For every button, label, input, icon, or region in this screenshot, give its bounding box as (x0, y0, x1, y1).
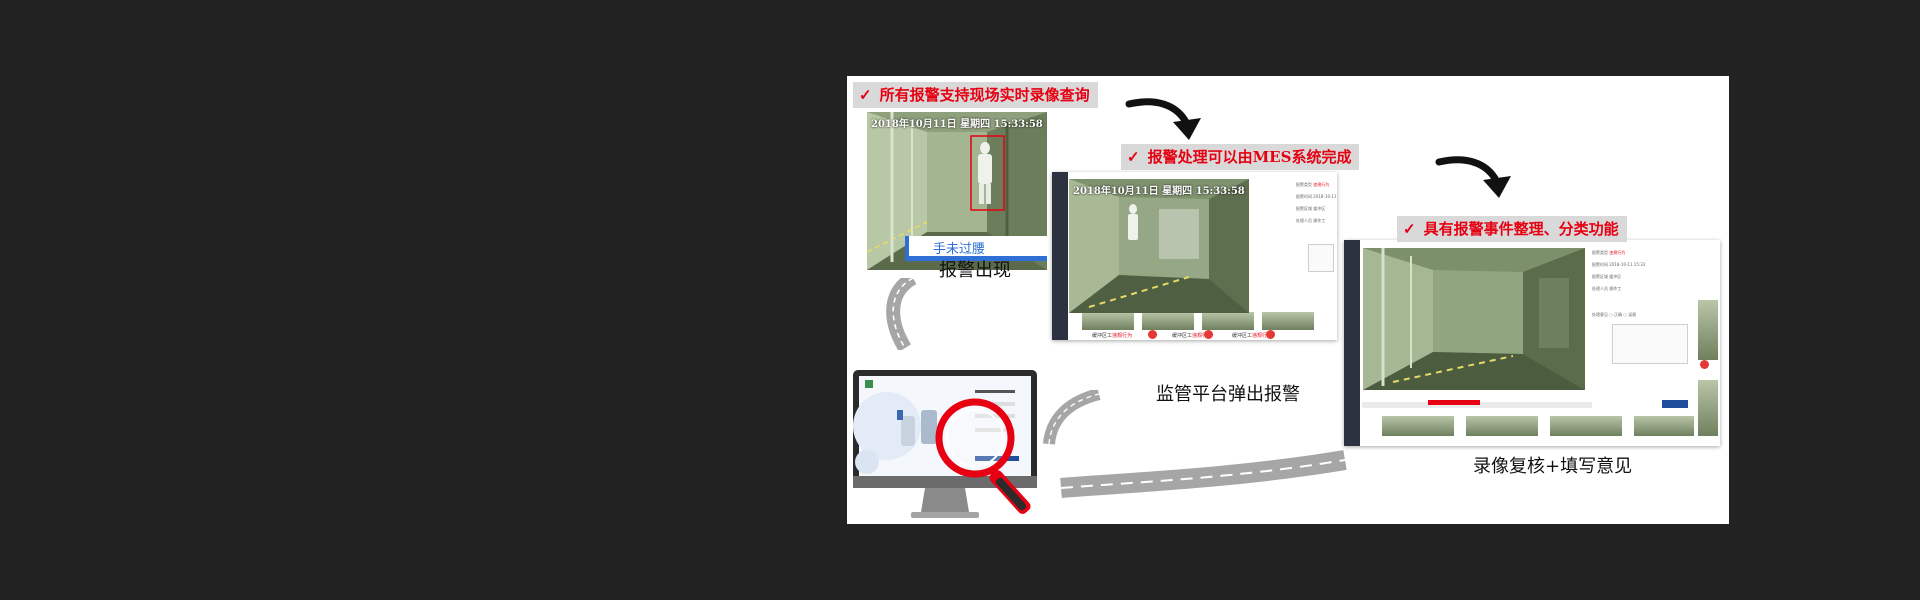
caption-alarm-appears: 报警出现 (939, 260, 1011, 281)
banner-1-text: 所有报警支持现场实时录像查询 (879, 86, 1090, 104)
form-line: 报警时间 2018-10-11 15:33 (1296, 194, 1337, 199)
road-icon (1043, 390, 1101, 445)
road-icon (1060, 450, 1347, 498)
banner-2-text: 报警处理可以由MES系统完成 (1147, 148, 1352, 166)
thumbnail (1698, 380, 1718, 436)
form-line: 处理人员 操作工 (1296, 218, 1326, 223)
review-sidebar (1344, 240, 1360, 446)
warehouse-scene (1069, 179, 1249, 313)
form-line: 处理人员 操作工 (1592, 286, 1622, 291)
status-dot (1148, 330, 1157, 339)
thumbnail (1466, 416, 1538, 436)
timeline-marker (1428, 400, 1480, 405)
curved-arrow-icon (1435, 156, 1511, 198)
feature-banner-1: ✓ 所有报警支持现场实时录像查询 (853, 82, 1098, 108)
check-icon: ✓ (859, 86, 872, 104)
camera-timestamp: 2018年10月11日 星期四 15:33:58 (1073, 186, 1245, 197)
magnifier-icon (935, 398, 1031, 514)
camera-timestamp: 2018年10月11日 星期四 15:33:58 (871, 119, 1043, 130)
form-line: 报警区域 缓冲区 (1592, 274, 1622, 279)
curved-arrow-icon (1125, 98, 1201, 140)
opinion-textarea (1612, 324, 1688, 364)
thumbnail (1382, 416, 1454, 436)
road-icon (886, 278, 917, 350)
banner-3-text: 具有报警事件整理、分类功能 (1423, 220, 1619, 238)
check-icon: ✓ (1403, 220, 1416, 238)
form-line: 报警区域 缓冲区 (1296, 206, 1326, 211)
form-line: 报警类型 违规行为 (1296, 182, 1330, 187)
camera-frame-popup: 2018年10月11日 星期四 15:33:58 (1069, 179, 1249, 313)
thumbnail (1142, 312, 1194, 330)
camera-frame-review (1363, 248, 1585, 390)
status-dot (1266, 330, 1275, 339)
status-dot (1204, 330, 1213, 339)
alarm-label-text: 手未过腰 (933, 242, 986, 257)
corridor-scene (1363, 248, 1585, 390)
thumbnail (1202, 312, 1254, 330)
diagram-slide: 2018年10月11日 星期四 15:33:58 手未过腰 ✓ 所有报警支持现场实… (847, 76, 1729, 524)
feature-banner-3: ✓ 具有报警事件整理、分类功能 (1397, 216, 1627, 242)
status-dot (1700, 360, 1709, 369)
form-line: 处理意见 ○ 正确 ○ 误报 (1592, 312, 1637, 317)
caption-platform-popup: 监管平台弹出报警 (1156, 384, 1300, 405)
thumbnail (1550, 416, 1622, 436)
opinion-textarea (1308, 244, 1334, 272)
form-line: 报警时间 2018-10-11 15:33 (1592, 262, 1646, 267)
thumbnail (1634, 416, 1694, 436)
caption-review: 录像复核+填写意见 (1473, 456, 1633, 477)
submit-button (1662, 400, 1688, 408)
form-line: 报警类型 违规行为 (1592, 250, 1626, 255)
thumbnail (1262, 312, 1314, 330)
thumbnail-label: 缓冲区工违规行为 (1092, 333, 1133, 339)
thumbnail (1082, 312, 1134, 330)
camera-frame-alarm: 2018年10月11日 星期四 15:33:58 手未过腰 (867, 112, 1047, 270)
feature-banner-2: ✓ 报警处理可以由MES系统完成 (1121, 144, 1360, 170)
thumbnail (1698, 300, 1718, 360)
platform-sidebar (1052, 172, 1068, 340)
check-icon: ✓ (1127, 148, 1140, 166)
